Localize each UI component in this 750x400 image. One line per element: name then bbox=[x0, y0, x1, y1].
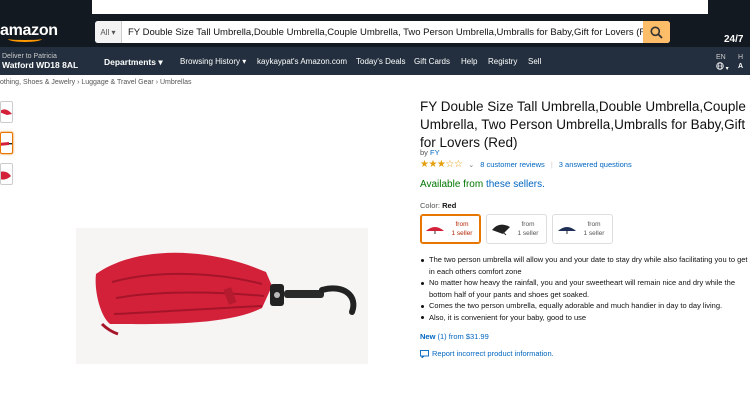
report-link[interactable]: Report incorrect product information. bbox=[420, 349, 554, 358]
language-selector[interactable]: EN ▾ bbox=[716, 53, 729, 74]
search-category-dropdown[interactable]: All ▾ bbox=[95, 21, 122, 43]
umbrella-image bbox=[95, 252, 357, 336]
nav-todays-deals[interactable]: Today's Deals bbox=[356, 57, 406, 66]
breadcrumb-item-umbrellas[interactable]: Umbrellas bbox=[160, 79, 192, 86]
rating-row: ★★★☆☆ ⌄ 8 customer reviews | 3 answered … bbox=[420, 159, 632, 170]
navy-umbrella-icon bbox=[558, 227, 576, 234]
umbrella-thumbnail-image bbox=[1, 171, 11, 180]
separator: | bbox=[550, 160, 553, 169]
swatch-seller: 1 seller bbox=[451, 230, 473, 237]
nav-help[interactable]: Help bbox=[461, 57, 477, 66]
search-button[interactable] bbox=[643, 21, 670, 43]
hello-text: H bbox=[738, 54, 744, 61]
new-offers-text: (1) from $31.99 bbox=[435, 332, 489, 341]
breadcrumb: othing, Shoes & Jewelry › Luggage & Trav… bbox=[0, 79, 192, 86]
account-menu[interactable]: H A bbox=[738, 53, 743, 71]
feature-bullet: Also, it is convenient for your baby, go… bbox=[420, 312, 750, 324]
breadcrumb-separator: › bbox=[77, 79, 80, 86]
swatch-label: from 1 seller bbox=[514, 220, 542, 238]
color-value: Red bbox=[442, 201, 457, 210]
logo-smile-icon bbox=[8, 36, 42, 42]
questions-link[interactable]: 3 answered questions bbox=[559, 160, 632, 169]
feature-bullet: The two person umbrella will allow you a… bbox=[420, 254, 750, 277]
account-text: A bbox=[738, 63, 744, 70]
swatch-red[interactable]: from 1 seller bbox=[420, 214, 481, 244]
globe-icon bbox=[716, 62, 724, 70]
deliver-address: Watford WD18 8AL bbox=[2, 60, 79, 70]
swatch-from: from bbox=[521, 221, 535, 228]
availability-text: Available from bbox=[420, 179, 484, 190]
thumbnail-1[interactable] bbox=[0, 101, 13, 123]
nav-registry[interactable]: Registry bbox=[488, 57, 517, 66]
availability: Available from these sellers. bbox=[420, 179, 545, 190]
new-label: New bbox=[420, 332, 436, 341]
nav-sell[interactable]: Sell bbox=[528, 57, 541, 66]
feature-bullets: The two person umbrella will allow you a… bbox=[420, 254, 750, 323]
rating-stars[interactable]: ★★★☆☆ bbox=[420, 159, 463, 170]
thumbnail-2[interactable] bbox=[0, 132, 13, 154]
swatch-from: from bbox=[587, 221, 601, 228]
black-umbrella-icon bbox=[492, 224, 510, 236]
sellers-link[interactable]: these sellers. bbox=[486, 179, 545, 190]
search-bar: All ▾ FY Double Size Tall Umbrella,Doubl… bbox=[95, 21, 670, 43]
promo-text[interactable]: 24/7 bbox=[724, 34, 743, 45]
top-strip bbox=[0, 0, 750, 14]
swatch-seller: 1 seller bbox=[517, 230, 539, 237]
search-input[interactable]: FY Double Size Tall Umbrella,Double Umbr… bbox=[122, 21, 643, 43]
nav-gift-cards[interactable]: Gift Cards bbox=[414, 57, 450, 66]
swatch-navy[interactable]: from 1 seller bbox=[552, 214, 613, 244]
umbrella-thumbnail-image bbox=[1, 142, 12, 146]
thumbnail-3[interactable] bbox=[0, 163, 13, 185]
top-strip-left bbox=[0, 0, 92, 14]
brand-line: by FY bbox=[420, 148, 440, 157]
umbrella-thumbnail-image bbox=[1, 109, 12, 115]
swatch-from: from bbox=[455, 221, 469, 228]
deliver-label: Deliver to Patricia bbox=[2, 53, 57, 60]
swatch-seller: 1 seller bbox=[583, 230, 605, 237]
breadcrumb-separator: › bbox=[155, 79, 159, 86]
color-label: Color: Red bbox=[420, 201, 456, 210]
brand-link[interactable]: FY bbox=[430, 148, 440, 157]
nav-your-amazon[interactable]: kaykaypat's Amazon.com bbox=[257, 57, 347, 66]
nav-bar: Deliver to Patricia Watford WD18 8AL Dep… bbox=[0, 47, 750, 75]
feature-bullet: Comes the two person umbrella, equally a… bbox=[420, 300, 750, 312]
nav-departments[interactable]: Departments ▾ bbox=[104, 57, 163, 68]
header: amazon All ▾ FY Double Size Tall Umbrell… bbox=[0, 14, 750, 47]
red-umbrella-icon bbox=[426, 227, 444, 234]
product-title: FY Double Size Tall Umbrella,Double Umbr… bbox=[420, 99, 746, 150]
swatch-label: from 1 seller bbox=[580, 220, 608, 238]
language-code: EN bbox=[716, 54, 726, 61]
new-offers-link[interactable]: New (1) from $31.99 bbox=[420, 332, 489, 341]
search-category-label: All bbox=[100, 27, 110, 37]
feature-bullet: No matter how heavy the rainfall, you an… bbox=[420, 277, 750, 300]
breadcrumb-item-clothing[interactable]: othing, Shoes & Jewelry bbox=[0, 79, 75, 86]
main-product-image[interactable] bbox=[76, 228, 368, 364]
swatch-black[interactable]: from 1 seller bbox=[486, 214, 547, 244]
nav-browsing-history[interactable]: Browsing History ▾ bbox=[180, 57, 246, 66]
color-label-text: Color: bbox=[420, 201, 441, 210]
deliver-to[interactable]: Deliver to Patricia Watford WD18 8AL bbox=[2, 52, 78, 70]
brand-prefix: by bbox=[420, 148, 428, 157]
breadcrumb-item-luggage[interactable]: Luggage & Travel Gear bbox=[81, 79, 153, 86]
report-text: Report incorrect product information. bbox=[432, 349, 554, 358]
chevron-down-icon[interactable]: ⌄ bbox=[468, 161, 474, 169]
comment-icon bbox=[420, 349, 429, 358]
swatch-label: from 1 seller bbox=[448, 220, 476, 238]
search-icon bbox=[650, 26, 663, 39]
reviews-link[interactable]: 8 customer reviews bbox=[480, 160, 545, 169]
top-strip-right bbox=[708, 0, 750, 14]
amazon-logo[interactable]: amazon bbox=[0, 22, 58, 42]
